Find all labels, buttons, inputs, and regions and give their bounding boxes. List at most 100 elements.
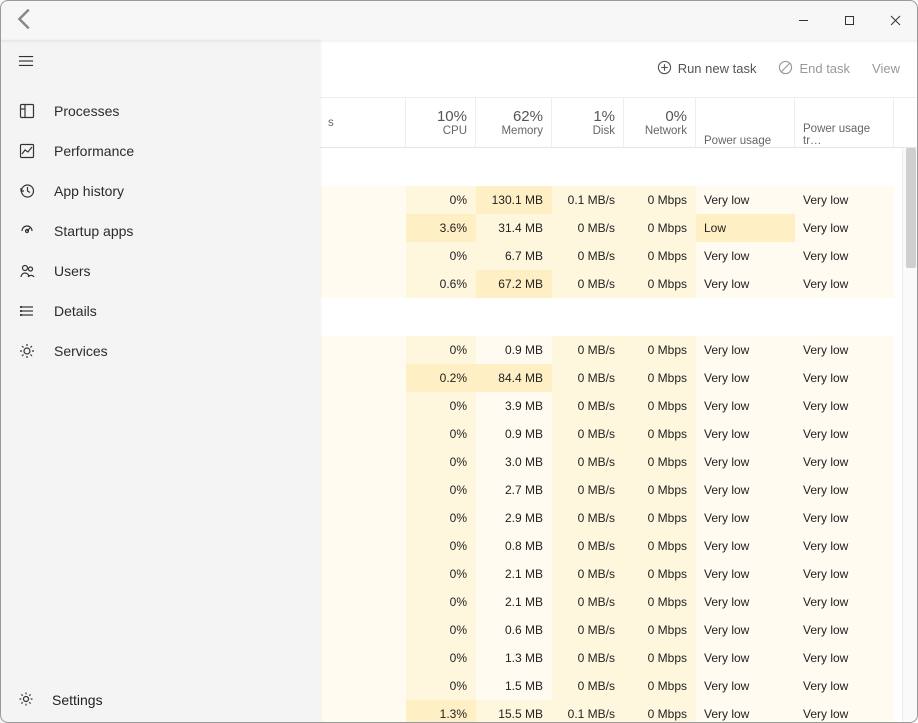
table-cell: 2.1 MB	[476, 588, 552, 616]
table-cell: Very low	[696, 392, 795, 420]
table-cell: Very low	[696, 364, 795, 392]
history-icon	[18, 183, 36, 199]
table-cell: Very low	[795, 588, 894, 616]
table-cell: 1.3 MB	[476, 644, 552, 672]
table-cell: 3.9 MB	[476, 392, 552, 420]
sidebar-item-label: Processes	[54, 103, 119, 119]
column-header-power-usage[interactable]: Power usage	[696, 98, 795, 147]
column-header-network[interactable]: 0%Network	[624, 98, 696, 147]
table-cell: Very low	[696, 420, 795, 448]
table-cell: 0 MB/s	[552, 242, 624, 270]
table-cell: 0%	[406, 644, 476, 672]
table-cell: 0 MB/s	[552, 532, 624, 560]
table-cell: 130.1 MB	[476, 186, 552, 214]
sidebar-item-startup-apps[interactable]: Startup apps	[0, 211, 320, 251]
sidebar-item-label: Services	[54, 343, 108, 359]
view-button[interactable]: View	[872, 61, 900, 76]
scrollbar-thumb[interactable]	[906, 148, 916, 268]
table-row[interactable]	[320, 148, 918, 186]
table-row[interactable]: 0.2%84.4 MB0 MB/s0 MbpsVery lowVery low	[320, 364, 918, 392]
table-row[interactable]: 0%6.7 MB0 MB/s0 MbpsVery lowVery low	[320, 242, 918, 270]
sidebar-item-processes[interactable]: Processes	[0, 91, 320, 131]
column-header-cpu[interactable]: 10%CPU	[406, 98, 476, 147]
column-header-memory[interactable]: 62%Memory	[476, 98, 552, 147]
sidebar-item-label: Startup apps	[54, 223, 133, 239]
table-cell	[320, 336, 406, 364]
table-row[interactable]: 0%3.9 MB0 MB/s0 MbpsVery lowVery low	[320, 392, 918, 420]
column-header-disk[interactable]: 1%Disk	[552, 98, 624, 147]
sidebar-item-services[interactable]: Services	[0, 331, 320, 371]
table-cell: 0 Mbps	[624, 364, 696, 392]
table-cell: 0 MB/s	[552, 672, 624, 700]
startup-icon	[18, 223, 36, 239]
sidebar-item-users[interactable]: Users	[0, 251, 320, 291]
table-cell: Very low	[696, 186, 795, 214]
end-task-button[interactable]: End task	[778, 60, 850, 78]
table-row[interactable]: 0%3.0 MB0 MB/s0 MbpsVery lowVery low	[320, 448, 918, 476]
table-row[interactable]: 3.6%31.4 MB0 MB/s0 MbpsLowVery low	[320, 214, 918, 242]
table-row[interactable]: 1.3%15.5 MB0.1 MB/s0 MbpsVery lowVery lo…	[320, 700, 918, 723]
services-icon	[18, 343, 36, 359]
process-grid: s 10%CPU 62%Memory 1%Disk 0%Network Powe…	[320, 98, 918, 723]
table-row[interactable]: 0%0.9 MB0 MB/s0 MbpsVery lowVery low	[320, 420, 918, 448]
sidebar-item-details[interactable]: Details	[0, 291, 320, 331]
table-cell: Very low	[795, 644, 894, 672]
table-row[interactable]: 0%0.6 MB0 MB/s0 MbpsVery lowVery low	[320, 616, 918, 644]
table-cell: Very low	[795, 242, 894, 270]
process-rows: 0%130.1 MB0.1 MB/s0 MbpsVery lowVery low…	[320, 148, 918, 723]
back-button[interactable]	[10, 4, 40, 37]
table-cell	[320, 616, 406, 644]
table-row[interactable]: 0%2.1 MB0 MB/s0 MbpsVery lowVery low	[320, 560, 918, 588]
table-cell: Very low	[696, 242, 795, 270]
table-cell: 0 Mbps	[624, 532, 696, 560]
hamburger-button[interactable]	[0, 40, 320, 85]
table-cell: 0 MB/s	[552, 560, 624, 588]
table-row[interactable]: 0%0.8 MB0 MB/s0 MbpsVery lowVery low	[320, 532, 918, 560]
table-row[interactable]: 0%2.9 MB0 MB/s0 MbpsVery lowVery low	[320, 504, 918, 532]
vertical-scrollbar[interactable]	[902, 148, 918, 723]
sidebar-item-label: Users	[54, 263, 91, 279]
table-cell: Very low	[696, 476, 795, 504]
table-cell: 0.6%	[406, 270, 476, 298]
table-cell: 0 MB/s	[552, 214, 624, 242]
table-row[interactable]: 0.6%67.2 MB0 MB/s0 MbpsVery lowVery low	[320, 270, 918, 298]
table-cell: 6.7 MB	[476, 242, 552, 270]
plus-circle-icon	[657, 60, 672, 78]
performance-icon	[18, 143, 36, 159]
table-row[interactable]: 0%1.3 MB0 MB/s0 MbpsVery lowVery low	[320, 644, 918, 672]
table-cell: 0 Mbps	[624, 214, 696, 242]
table-cell	[320, 242, 406, 270]
run-new-task-button[interactable]: Run new task	[657, 60, 757, 78]
toolbar-label: End task	[799, 61, 850, 76]
table-cell: 0 Mbps	[624, 588, 696, 616]
table-cell	[320, 504, 406, 532]
column-header-power-trend[interactable]: Power usage tr…	[795, 98, 894, 147]
table-cell: 0.8 MB	[476, 532, 552, 560]
table-cell: 0%	[406, 532, 476, 560]
table-cell: 0 MB/s	[552, 644, 624, 672]
table-cell: 1.3%	[406, 700, 476, 723]
sidebar-item-settings[interactable]: Settings	[0, 677, 320, 723]
table-row[interactable]: 0%130.1 MB0.1 MB/s0 MbpsVery lowVery low	[320, 186, 918, 214]
column-header-status[interactable]: s	[320, 98, 406, 147]
table-cell: 0 Mbps	[624, 672, 696, 700]
sidebar-item-label: App history	[54, 183, 124, 199]
table-row[interactable]: 0%2.1 MB0 MB/s0 MbpsVery lowVery low	[320, 588, 918, 616]
table-cell: 0 Mbps	[624, 336, 696, 364]
close-button[interactable]	[872, 4, 918, 36]
table-cell: 0 Mbps	[624, 700, 696, 723]
table-row[interactable]: 0%2.7 MB0 MB/s0 MbpsVery lowVery low	[320, 476, 918, 504]
table-cell: 0.9 MB	[476, 420, 552, 448]
maximize-button[interactable]	[826, 4, 872, 36]
table-row[interactable]: 0%0.9 MB0 MB/s0 MbpsVery lowVery low	[320, 336, 918, 364]
sidebar-item-label: Details	[54, 303, 97, 319]
table-cell: 2.1 MB	[476, 560, 552, 588]
sidebar-item-app-history[interactable]: App history	[0, 171, 320, 211]
table-cell: 3.0 MB	[476, 448, 552, 476]
table-cell: 67.2 MB	[476, 270, 552, 298]
sidebar-item-performance[interactable]: Performance	[0, 131, 320, 171]
table-row[interactable]	[320, 298, 918, 336]
table-row[interactable]: 0%1.5 MB0 MB/s0 MbpsVery lowVery low	[320, 672, 918, 700]
table-cell: 0 MB/s	[552, 270, 624, 298]
minimize-button[interactable]	[780, 4, 826, 36]
